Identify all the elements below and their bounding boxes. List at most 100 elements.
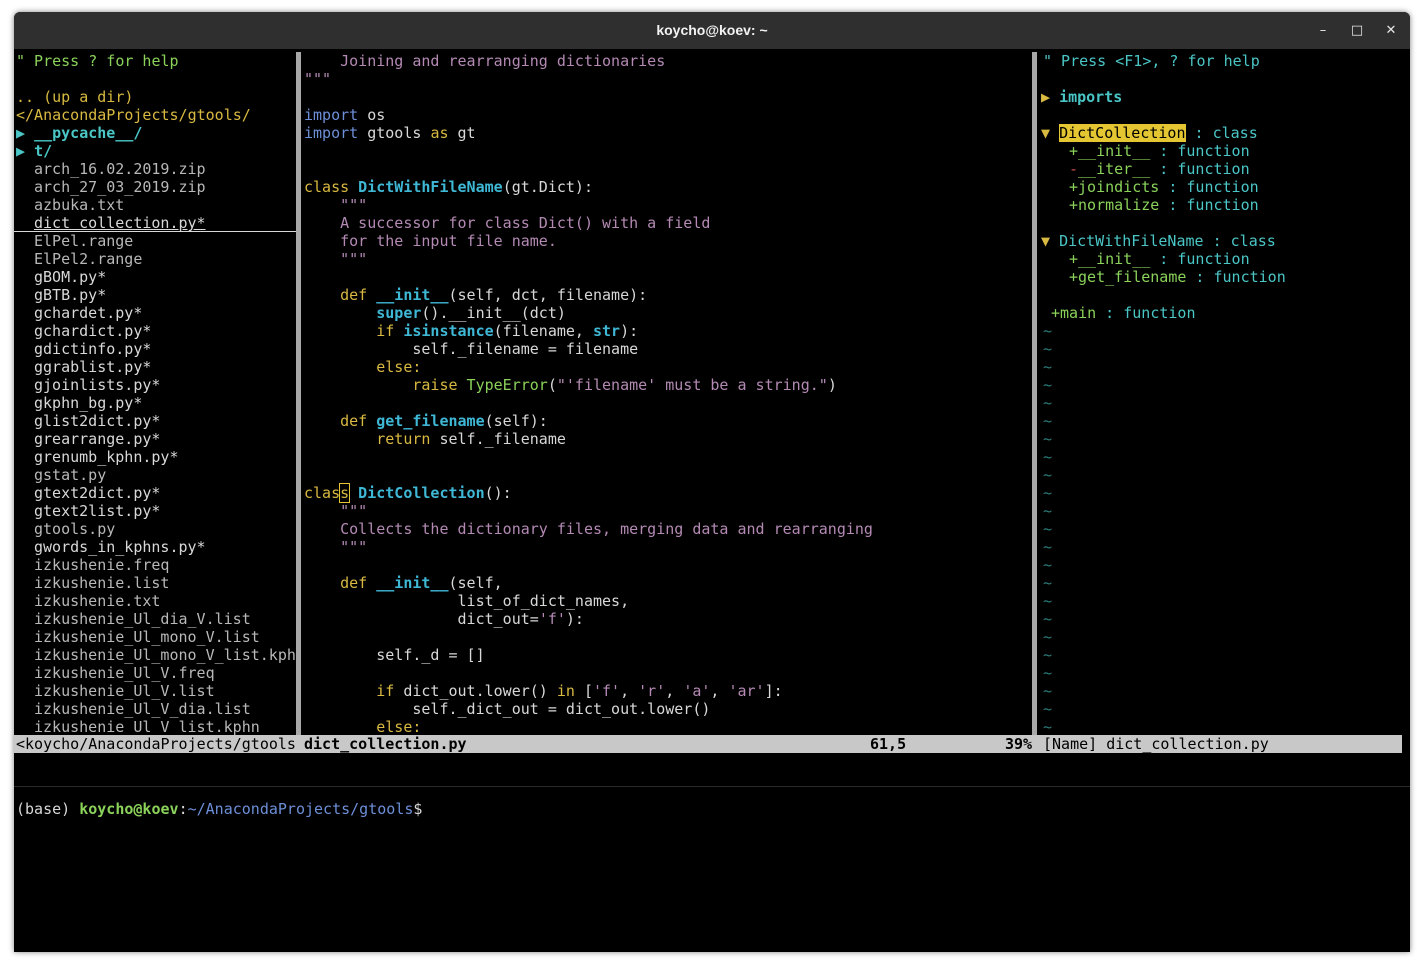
tree-file[interactable]: gwords_in_kphns.py* bbox=[34, 538, 206, 556]
code-line: if isinstance(filename, str): bbox=[304, 322, 639, 340]
code-line: self._dict_out = dict_out.lower() bbox=[304, 700, 711, 718]
status-cursor-position: 61,5 bbox=[870, 735, 907, 753]
empty-line-tilde: ~ bbox=[1043, 664, 1053, 682]
tagbar-member[interactable]: +joindicts : function bbox=[1069, 178, 1259, 196]
tree-file[interactable]: izkushenie_Ul_mono_V.list bbox=[34, 628, 260, 646]
tree-file[interactable]: grenumb_kphn.py* bbox=[34, 448, 179, 466]
current-line-underline bbox=[14, 231, 296, 232]
code-line: class DictWithFileName(gt.Dict): bbox=[304, 178, 593, 196]
tree-file[interactable]: gdictinfo.py* bbox=[34, 340, 151, 358]
tree-file[interactable]: izkushenie_Ul_V_dia.list bbox=[34, 700, 251, 718]
code-line: Joining and rearranging dictionaries bbox=[304, 52, 666, 70]
tree-file[interactable]: gjoinlists.py* bbox=[34, 376, 160, 394]
tree-file[interactable]: izkushenie.freq bbox=[34, 556, 169, 574]
fold-open-icon: ▼ bbox=[1041, 124, 1060, 142]
tree-file[interactable]: arch_16.02.2019.zip bbox=[34, 160, 206, 178]
code-editor-pane[interactable]: Joining and rearranging dictionaries """… bbox=[304, 49, 1029, 735]
maximize-icon[interactable]: □ bbox=[1346, 20, 1368, 42]
empty-line-tilde: ~ bbox=[1043, 394, 1053, 412]
tree-file[interactable]: ElPel2.range bbox=[34, 250, 142, 268]
code-line: Collects the dictionary files, merging d… bbox=[304, 520, 873, 538]
tree-file[interactable]: gstat.py bbox=[34, 466, 106, 484]
pane-separator[interactable] bbox=[296, 52, 301, 735]
tree-file[interactable]: izkushenie.txt bbox=[34, 592, 160, 610]
tree-file[interactable]: izkushenie_Ul_V.list bbox=[34, 682, 215, 700]
code-line: for the input file name. bbox=[304, 232, 557, 250]
tagbar-class[interactable]: ▼ DictWithFileName : class bbox=[1041, 232, 1276, 250]
tree-file[interactable]: izkushenie_Ul_mono_V_list.kph bbox=[34, 646, 296, 664]
code-line: """ bbox=[304, 196, 368, 214]
tree-file[interactable]: izkushenie.list bbox=[34, 574, 169, 592]
tree-file[interactable]: izkushenie_Ul_dia_V.list bbox=[34, 610, 251, 628]
status-tagbar: [Name] dict_collection.py bbox=[1043, 735, 1269, 753]
tree-file[interactable]: gchardict.py* bbox=[34, 322, 151, 340]
tree-updir[interactable]: .. (up a dir) bbox=[16, 88, 133, 106]
tagbar-imports[interactable]: ▶ imports bbox=[1041, 88, 1122, 106]
code-line: else: bbox=[304, 718, 422, 735]
minimize-icon[interactable]: – bbox=[1312, 20, 1334, 42]
tree-dir[interactable]: ▶ __pycache__/ bbox=[16, 124, 142, 142]
code-line: """ bbox=[304, 70, 332, 88]
tree-file[interactable]: gtext2list.py* bbox=[34, 502, 160, 520]
tagbar-member[interactable]: +__init__ : function bbox=[1069, 250, 1250, 268]
tagbar-member[interactable]: +__init__ : function bbox=[1069, 142, 1250, 160]
tree-cwd[interactable]: </AnacondaProjects/gtools/ bbox=[16, 106, 251, 124]
code-line: def get_filename(self): bbox=[304, 412, 548, 430]
tagbar-class[interactable]: ▼ DictCollection : class bbox=[1041, 124, 1258, 142]
code-line: """ bbox=[304, 538, 368, 556]
terminal-content[interactable]: " Press ? for help .. (up a dir) </Anaco… bbox=[14, 49, 1410, 952]
empty-line-tilde: ~ bbox=[1043, 718, 1053, 735]
empty-line-tilde: ~ bbox=[1043, 340, 1053, 358]
tree-file[interactable]: gBTB.py* bbox=[34, 286, 106, 304]
code-line: def __init__(self, bbox=[304, 574, 503, 592]
empty-line-tilde: ~ bbox=[1043, 682, 1053, 700]
tagbar-member[interactable]: -__iter__ : function bbox=[1069, 160, 1250, 178]
empty-line-tilde: ~ bbox=[1043, 556, 1053, 574]
vim-status-line: <koycho/AnacondaProjects/gtools dict_col… bbox=[14, 735, 1402, 753]
tree-file[interactable]: gchardet.py* bbox=[34, 304, 142, 322]
tree-file[interactable]: gBOM.py* bbox=[34, 268, 106, 286]
code-line: self._filename = filename bbox=[304, 340, 639, 358]
code-line: dict_out='f'): bbox=[304, 610, 584, 628]
shell-prompt[interactable]: (base) koycho@koev:~/AnacondaProjects/gt… bbox=[16, 800, 422, 818]
code-line: self._d = [] bbox=[304, 646, 485, 664]
empty-line-tilde: ~ bbox=[1043, 322, 1053, 340]
tree-file[interactable]: glist2dict.py* bbox=[34, 412, 160, 430]
tree-file[interactable]: dict_collection.py* bbox=[34, 214, 206, 232]
tagbar-help: " Press <F1>, ? for help bbox=[1043, 52, 1260, 70]
tagbar-function[interactable]: +main : function bbox=[1051, 304, 1196, 322]
empty-line-tilde: ~ bbox=[1043, 412, 1053, 430]
status-tree-path: <koycho/AnacondaProjects/gtools bbox=[16, 735, 296, 753]
tree-dir[interactable]: ▶ t/ bbox=[16, 142, 52, 160]
tree-file[interactable]: azbuka.txt bbox=[34, 196, 124, 214]
tree-file[interactable]: izkushenie_Ul_V_list.kphn bbox=[34, 718, 260, 735]
tagbar-member[interactable]: +get_filename : function bbox=[1069, 268, 1286, 286]
empty-line-tilde: ~ bbox=[1043, 700, 1053, 718]
text-cursor: s bbox=[339, 483, 351, 503]
tree-file[interactable]: arch_27_03_2019.zip bbox=[34, 178, 206, 196]
code-line: super().__init__(dct) bbox=[304, 304, 566, 322]
tree-file[interactable]: gtools.py bbox=[34, 520, 115, 538]
status-filename: dict_collection.py bbox=[304, 735, 467, 753]
status-percent: 39% bbox=[1005, 735, 1033, 753]
tree-help: " Press ? for help bbox=[16, 52, 179, 70]
folder-arrow-icon: ▶ bbox=[16, 142, 35, 160]
code-line: list_of_dict_names, bbox=[304, 592, 630, 610]
tree-file[interactable]: grearrange.py* bbox=[34, 430, 160, 448]
tree-file[interactable]: izkushenie_Ul_V.freq bbox=[34, 664, 215, 682]
file-tree-pane[interactable]: " Press ? for help .. (up a dir) </Anaco… bbox=[14, 49, 296, 735]
tagbar-member[interactable]: +normalize : function bbox=[1069, 196, 1259, 214]
empty-line-tilde: ~ bbox=[1043, 358, 1053, 376]
tree-file[interactable]: ElPel.range bbox=[34, 232, 133, 250]
code-line: import gtools as gt bbox=[304, 124, 476, 142]
empty-line-tilde: ~ bbox=[1043, 376, 1053, 394]
pane-separator[interactable] bbox=[1032, 52, 1037, 735]
tree-file[interactable]: gkphn_bg.py* bbox=[34, 394, 142, 412]
code-line: import os bbox=[304, 106, 386, 124]
tagbar-pane[interactable]: " Press <F1>, ? for help ▶ imports ▼ Dic… bbox=[1041, 49, 1402, 735]
tree-file[interactable]: ggrablist.py* bbox=[34, 358, 151, 376]
code-line: A successor for class Dict() with a fiel… bbox=[304, 214, 711, 232]
empty-line-tilde: ~ bbox=[1043, 466, 1053, 484]
tree-file[interactable]: gtext2dict.py* bbox=[34, 484, 160, 502]
close-icon[interactable]: ✕ bbox=[1380, 20, 1402, 42]
